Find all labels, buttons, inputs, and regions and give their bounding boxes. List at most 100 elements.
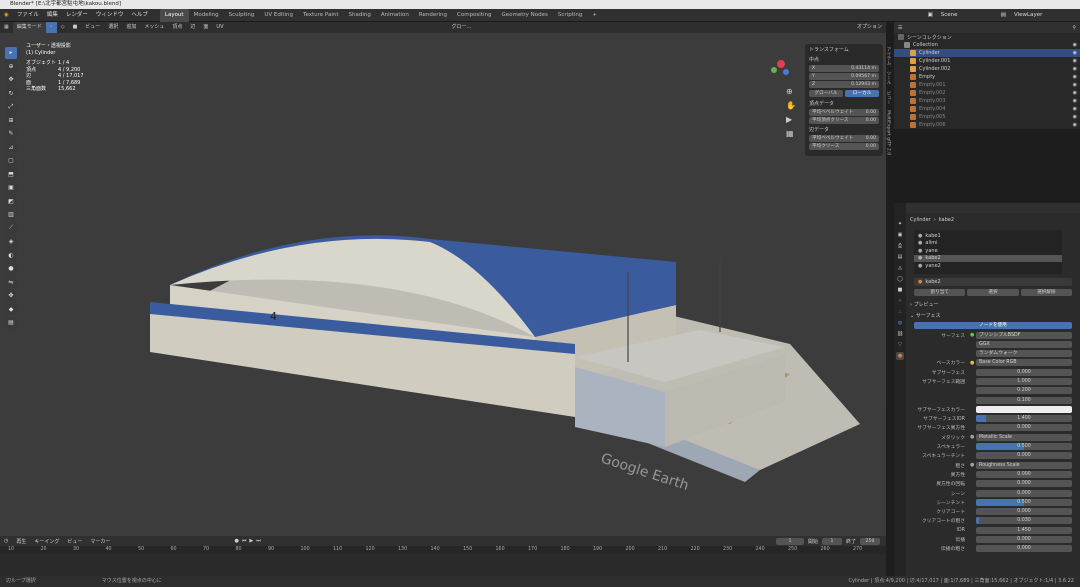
workspace-tab[interactable]: Geometry Nodes [496, 9, 552, 22]
eye-icon[interactable]: ◉ [1073, 90, 1077, 96]
viewport-menu-item[interactable]: メッシュ [140, 22, 168, 33]
grid-view-icon[interactable]: ▦ [786, 129, 794, 138]
property-value-field[interactable]: 0.000 [976, 489, 1072, 497]
render-tab-icon[interactable]: ▣ [896, 231, 904, 239]
outliner-row[interactable]: Empty.004 ◉ [894, 105, 1080, 113]
menu-item[interactable]: レンダー [62, 9, 92, 22]
eye-icon[interactable]: ◉ [1073, 98, 1077, 104]
workspace-tab[interactable]: UV Editing [259, 9, 298, 22]
particles-tab-icon[interactable]: ∴ [896, 308, 904, 316]
constraints-tab-icon[interactable]: ⛓ [896, 330, 904, 338]
outliner[interactable]: ☰ ⚲ シーンコレクション Collection ◉ Cylinder ◉ Cylind… [894, 22, 1080, 129]
outliner-row[interactable]: Empty.002 ◉ [894, 89, 1080, 97]
pan-hand-icon[interactable]: ✋ [786, 100, 796, 110]
property-value-field[interactable]: 0.030 [976, 517, 1072, 525]
property-value-field[interactable]: 0.100 [976, 396, 1072, 404]
workspace-tab[interactable]: Layout [159, 8, 189, 22]
select-box-icon[interactable]: ▸ [5, 46, 17, 59]
poly-build-icon[interactable]: ◈ [5, 235, 17, 248]
workspace-tab[interactable]: Shading [344, 9, 376, 22]
menu-item[interactable]: 編集 [43, 9, 62, 22]
frame-ruler[interactable]: 10 20 30 40 50 60 70 80 90 100 110 120 130 140 150 160 1… [0, 546, 886, 554]
eye-icon[interactable]: ◉ [1073, 74, 1077, 80]
inset-icon[interactable]: ▣ [5, 181, 17, 194]
property-value-field[interactable]: 1.450 [976, 526, 1072, 534]
cursor-icon[interactable]: ⊕ [5, 60, 17, 72]
timeline-menu-item[interactable]: キーイング [30, 538, 63, 545]
jump-start-icon[interactable]: ⏮ [242, 538, 247, 544]
world-tab-icon[interactable]: ◯ [896, 275, 904, 283]
rip-icon[interactable]: ▤ [5, 316, 17, 329]
viewport-menu-item[interactable]: UV [212, 22, 227, 33]
material-slot[interactable]: ● kabe1 [914, 232, 1062, 240]
object-tab-icon[interactable]: ■ [896, 286, 904, 294]
filter-icon[interactable]: ⚲ [1068, 25, 1080, 31]
transform-icon[interactable]: ⊞ [5, 114, 17, 126]
material-slot[interactable]: ● alimi [914, 240, 1062, 248]
property-value-field[interactable]: 0.000 [976, 480, 1072, 488]
property-value-field[interactable]: 0.000 [976, 470, 1072, 478]
extrude-icon[interactable]: ⬒ [5, 168, 17, 180]
output-tab-icon[interactable]: ⎙ [896, 242, 904, 250]
menu-item[interactable]: ヘルプ [127, 9, 152, 22]
outliner-editor-icon[interactable]: ☰ [894, 25, 906, 31]
outliner-row[interactable]: Collection ◉ [894, 41, 1080, 49]
scale-icon[interactable]: ⤢ [5, 100, 17, 113]
shear-icon[interactable]: ◆ [5, 303, 17, 315]
property-value-field[interactable]: Base Color RGB [976, 359, 1072, 367]
outliner-row[interactable]: Cylinder ◉ [894, 49, 1080, 57]
eye-icon[interactable]: ◉ [1073, 106, 1077, 112]
property-value-field[interactable]: Metallic Scale [976, 433, 1072, 441]
data-tab-icon[interactable]: ▽ [896, 341, 904, 349]
material-slot-list[interactable]: ● kabe1 ● alimi ● yane ● kabe2 ● yane2 [914, 230, 1062, 274]
current-frame-field[interactable]: 1 [775, 537, 804, 545]
zoom-icon[interactable]: ⊕ [786, 87, 793, 96]
workspace-tab[interactable]: Modeling [189, 9, 224, 22]
smooth-icon[interactable]: ● [5, 262, 17, 275]
record-icon[interactable]: ● [234, 538, 238, 544]
property-value-field[interactable]: 1.400 [976, 415, 1072, 423]
property-value-field[interactable]: 1.000 [976, 377, 1072, 385]
property-value-field[interactable]: 0.500 [976, 443, 1072, 451]
median-x-field[interactable]: X 0.43114 m [809, 65, 879, 72]
property-value-field[interactable]: ランダムウォーク [976, 350, 1072, 358]
start-frame-field[interactable]: 1 [821, 537, 842, 545]
eye-icon[interactable]: ◉ [1073, 58, 1077, 64]
annotate-icon[interactable]: ✎ [5, 127, 17, 140]
material-slot[interactable]: ● yane2 [914, 262, 1062, 270]
vertex-crease-field[interactable]: 平均頂点クリース 0.00 [809, 117, 879, 124]
property-value-field[interactable]: 0.000 [976, 536, 1072, 544]
viewport-menu-item[interactable]: 選択 [104, 22, 122, 33]
z-axis-icon[interactable] [783, 69, 789, 75]
editor-type-icon[interactable]: ▦ [0, 22, 13, 33]
material-slot[interactable]: ● yane [914, 247, 1062, 255]
bevel-weight-field[interactable]: 平均ベベルウェイト 0.00 [809, 109, 879, 116]
physics-tab-icon[interactable]: ◍ [896, 319, 904, 327]
median-z-field[interactable]: Z 0.12943 m [809, 81, 879, 88]
edge-bevel-field[interactable]: 平均ベベルウェイト 0.00 [809, 135, 879, 142]
outliner-row[interactable]: Empty.005 ◉ [894, 113, 1080, 121]
x-axis-icon[interactable] [777, 60, 785, 68]
material-tab-icon[interactable]: ● [896, 352, 904, 360]
end-frame-field[interactable]: 250 [860, 537, 880, 545]
workspace-tab[interactable]: Texture Paint [298, 9, 344, 22]
eye-icon[interactable]: ◉ [1073, 122, 1077, 128]
edge-select-icon[interactable]: ◇ [57, 22, 69, 33]
property-value-field[interactable]: 0.500 [976, 498, 1072, 506]
property-value-field[interactable]: GGX [976, 340, 1072, 348]
properties-editor[interactable]: Cylinder › kabe2 ● kabe1 ● alimi ● yane ● kabe2… [894, 203, 1080, 583]
timeline-editor-icon[interactable]: ◷ [0, 538, 12, 544]
property-value-field[interactable]: プリンシプルBSDF [976, 331, 1072, 339]
timeline[interactable]: ◷ 再生 キーイング ビュー マーカー ● ⏮ ▶ ⏭ 1 開始 1 終了 250 1… [0, 536, 886, 576]
sidebar-tab[interactable]: ツール [885, 68, 891, 88]
edge-crease-field[interactable]: 平均クリース 0.00 [809, 143, 879, 150]
material-slot[interactable]: ● kabe2 [914, 254, 1062, 262]
viewport-menu-item[interactable]: 追加 [122, 22, 140, 33]
sidebar-tab[interactable]: ビュー [885, 88, 891, 108]
scene-name[interactable]: Scene [937, 9, 997, 22]
workspace-tab[interactable]: Animation [376, 9, 414, 22]
outliner-row[interactable]: Empty ◉ [894, 73, 1080, 81]
camera-icon[interactable]: ▶ [786, 115, 793, 124]
options-button[interactable]: オプション [853, 22, 886, 33]
property-value-field[interactable]: 0.000 [976, 545, 1072, 553]
